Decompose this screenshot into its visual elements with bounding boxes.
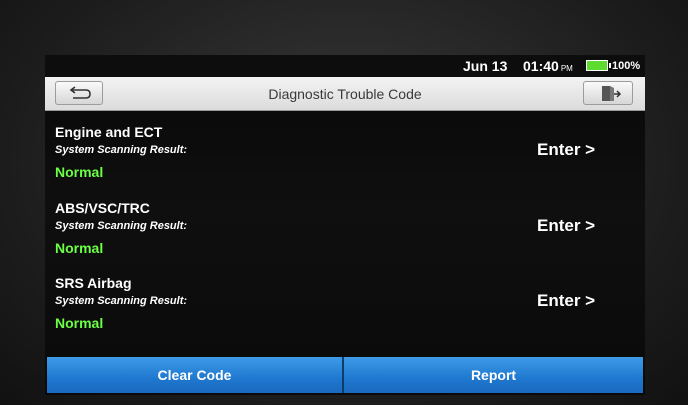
scan-result-label: System Scanning Result:: [55, 144, 188, 156]
system-name: SRS Airbag: [55, 275, 132, 291]
system-name: ABS/VSC/TRC: [55, 200, 150, 216]
scan-status: Normal: [55, 315, 104, 331]
battery-icon: [586, 60, 611, 71]
system-item-engine: Engine and ECT System Scanning Result: N…: [55, 124, 635, 194]
status-ampm: PM: [560, 64, 573, 73]
status-time: 01:40 PM: [523, 58, 573, 74]
system-item-srs: SRS Airbag System Scanning Result: Norma…: [55, 275, 635, 345]
enter-button-srs[interactable]: Enter >: [537, 291, 595, 311]
title-bar: Diagnostic Trouble Code: [45, 77, 645, 111]
system-item-abs: ABS/VSC/TRC System Scanning Result: Norm…: [55, 200, 635, 270]
scan-result-label: System Scanning Result:: [55, 295, 188, 307]
enter-button-engine[interactable]: Enter >: [537, 140, 595, 160]
battery-percent: 100%: [612, 60, 641, 72]
clear-code-button[interactable]: Clear Code: [47, 357, 342, 393]
status-time-value: 01:40: [523, 58, 559, 74]
scan-status: Normal: [55, 164, 104, 180]
page-title: Diagnostic Trouble Code: [268, 86, 422, 102]
device-screen: Jun 13 01:40 PM 100% Diagnostic Trouble C…: [45, 55, 645, 395]
status-bar: Jun 13 01:40 PM 100%: [45, 55, 645, 77]
enter-button-abs[interactable]: Enter >: [537, 216, 595, 236]
status-date: Jun 13: [463, 58, 508, 74]
report-button[interactable]: Report: [344, 357, 643, 393]
scan-status: Normal: [55, 240, 104, 256]
exit-door-icon: [602, 86, 622, 101]
scan-result-label: System Scanning Result:: [55, 220, 188, 232]
exit-button[interactable]: [583, 81, 633, 105]
system-name: Engine and ECT: [55, 124, 163, 140]
